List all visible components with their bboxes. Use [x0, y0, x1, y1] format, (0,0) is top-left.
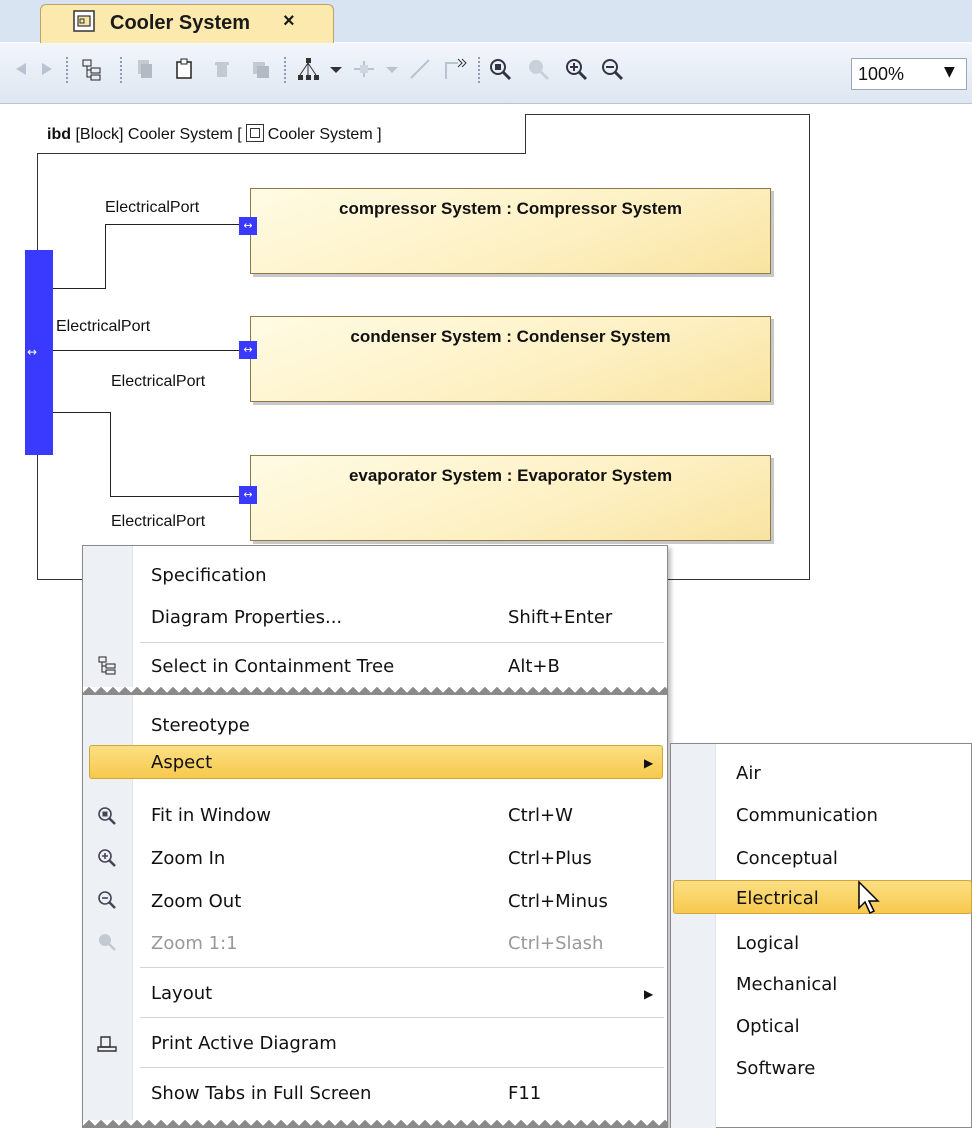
shortcut: Ctrl+Minus — [508, 891, 608, 912]
containment-tree-icon — [98, 656, 116, 675]
part-title: evaporator System : Evaporator System — [348, 466, 673, 485]
path-style-icon[interactable] — [440, 55, 468, 83]
connector[interactable] — [53, 412, 111, 413]
menu-item-show-tabs-in-full-screen[interactable]: Show Tabs in Full Screen — [151, 1083, 371, 1104]
submenu-item-communication[interactable]: Communication — [736, 805, 878, 826]
submenu-item-logical[interactable]: Logical — [736, 933, 799, 954]
menu-item-aspect[interactable]: Aspect — [151, 752, 212, 773]
connector[interactable] — [110, 412, 111, 496]
shortcut: F11 — [508, 1083, 542, 1104]
block-icon — [245, 124, 264, 142]
print-icon — [97, 1036, 117, 1052]
menu-item-select-in-containment-tree[interactable]: Select in Containment Tree — [151, 656, 394, 677]
zoom-value: 100% — [858, 64, 905, 84]
menu-item-fit-in-window[interactable]: Fit in Window — [151, 805, 271, 826]
menu-tear-separator — [83, 1120, 667, 1128]
tab-title: Cooler System — [110, 12, 251, 34]
part-compressor-system[interactable]: compressor System : Compressor System — [250, 188, 771, 274]
toolbar-separator — [478, 57, 484, 83]
port-label: ElectricalPort — [105, 199, 200, 216]
toolbar-separator — [66, 57, 72, 83]
submenu-arrow-icon: ▶ — [644, 756, 654, 770]
port-direction-icon: ↔ — [27, 345, 38, 359]
port-label: ElectricalPort — [56, 318, 151, 335]
toolbar-separator — [120, 57, 126, 83]
part-title: compressor System : Compressor System — [339, 199, 682, 218]
submenu-item-air[interactable]: Air — [736, 763, 761, 784]
port-label: ElectricalPort — [111, 373, 206, 390]
frame-text: [Block] Cooler System [ — [75, 126, 242, 143]
shortcut: Ctrl+Slash — [508, 933, 604, 954]
dropdown-icon[interactable] — [322, 55, 350, 83]
menu-item-zoom-1-1: Zoom 1:1 — [151, 933, 238, 954]
part-title: condenser System : Condenser System — [350, 327, 671, 346]
connector[interactable] — [105, 224, 106, 288]
part-evaporator-system[interactable]: evaporator System : Evaporator System — [250, 455, 771, 541]
zoom-out-icon[interactable] — [598, 55, 626, 83]
route-icon[interactable] — [350, 55, 378, 83]
menu-item-print-active-diagram[interactable]: Print Active Diagram — [151, 1033, 337, 1054]
delete-from-model-icon[interactable] — [246, 55, 274, 83]
submenu-item-software[interactable]: Software — [736, 1058, 815, 1079]
diagram-toolbar — [0, 43, 972, 104]
frame-kind: ibd — [47, 126, 71, 143]
part-condenser-system[interactable]: condenser System : Condenser System — [250, 316, 771, 402]
path-icon[interactable] — [406, 55, 434, 83]
forward-icon[interactable] — [34, 55, 62, 83]
shortcut: Ctrl+Plus — [508, 848, 592, 869]
tab-close-button[interactable]: × — [283, 10, 295, 33]
zoom-in-icon — [98, 849, 116, 867]
shortcut: Ctrl+W — [508, 805, 573, 826]
port-label: ElectricalPort — [111, 513, 206, 530]
paste-icon[interactable] — [170, 55, 198, 83]
diagram-frame-label: ibd [Block] Cooler System [ Cooler System… — [47, 124, 382, 144]
mouse-cursor-icon — [858, 880, 880, 915]
zoom-out-icon — [98, 891, 116, 909]
menu-item-diagram-properties[interactable]: Diagram Properties... — [151, 607, 342, 628]
menu-item-specification[interactable]: Specification — [151, 565, 267, 586]
zoom-in-icon[interactable] — [562, 55, 590, 83]
delete-icon[interactable] — [208, 55, 236, 83]
menu-item-stereotype[interactable]: Stereotype — [151, 715, 250, 736]
dropdown-icon[interactable] — [378, 55, 406, 83]
containment-tree-icon[interactable] — [78, 55, 106, 83]
connector[interactable] — [53, 350, 245, 351]
submenu-icon-gutter — [671, 744, 716, 1128]
menu-separator — [140, 1017, 664, 1018]
menu-tear-separator — [83, 687, 667, 695]
menu-separator — [140, 1067, 664, 1068]
menu-separator — [140, 967, 664, 968]
toolbar-separator — [284, 57, 290, 83]
connector[interactable] — [53, 288, 106, 289]
submenu-item-electrical[interactable]: Electrical — [736, 888, 819, 909]
menu-item-zoom-out[interactable]: Zoom Out — [151, 891, 241, 912]
electrical-port[interactable]: ↔ — [239, 217, 257, 235]
submenu-item-electrical-highlight[interactable] — [673, 880, 972, 914]
connector[interactable] — [110, 496, 245, 497]
menu-item-layout[interactable]: Layout — [151, 983, 212, 1004]
back-icon[interactable] — [6, 55, 34, 83]
connector[interactable] — [105, 224, 245, 225]
shortcut: Shift+Enter — [508, 607, 613, 628]
fit-in-window-icon[interactable] — [486, 55, 514, 83]
submenu-item-mechanical[interactable]: Mechanical — [736, 974, 837, 995]
frame-block: Cooler System ] — [267, 126, 382, 143]
layout-icon[interactable] — [294, 55, 322, 83]
chevron-down-icon[interactable]: ▼ — [944, 64, 955, 80]
shortcut: Alt+B — [508, 656, 560, 677]
electrical-port[interactable]: ↔ — [239, 486, 257, 504]
menu-separator — [140, 642, 664, 643]
zoom-1-1-icon — [99, 934, 116, 951]
fit-in-window-icon — [98, 807, 116, 825]
copy-icon[interactable] — [130, 55, 158, 83]
submenu-arrow-icon: ▶ — [644, 987, 654, 1001]
submenu-item-optical[interactable]: Optical — [736, 1016, 800, 1037]
menu-item-zoom-in[interactable]: Zoom In — [151, 848, 225, 869]
ibd-diagram-icon — [73, 10, 95, 32]
electrical-port[interactable]: ↔ — [239, 341, 257, 359]
submenu-item-conceptual[interactable]: Conceptual — [736, 848, 838, 869]
zoom-1-1-icon[interactable] — [524, 55, 552, 83]
